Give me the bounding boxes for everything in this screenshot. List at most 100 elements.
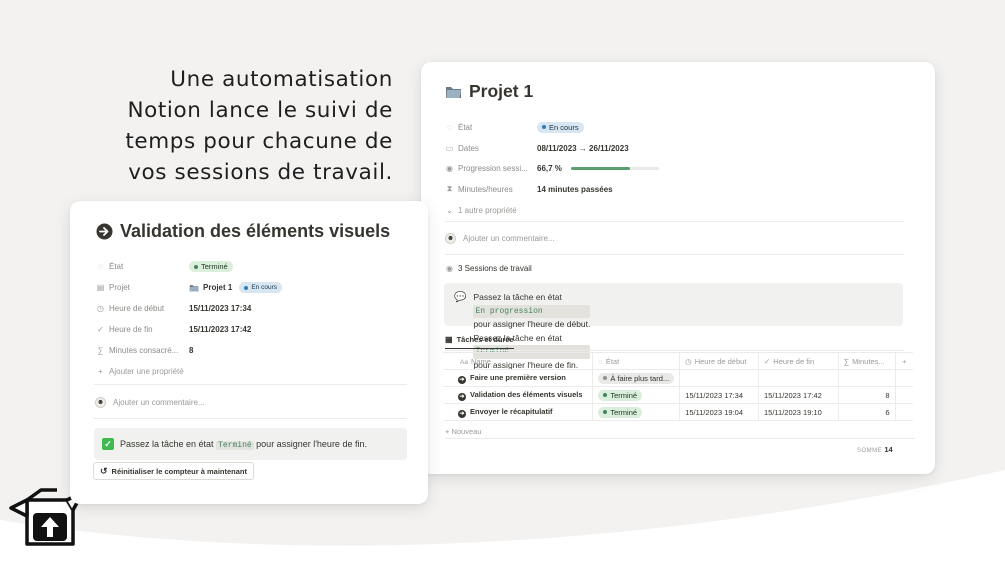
avatar: ☻	[95, 397, 106, 408]
property-projet[interactable]: ▤ Projet Projet 1 En cours	[96, 277, 282, 298]
instruction-callout: ✓ Passez la tâche en état Terminé pour a…	[94, 428, 407, 460]
divider	[94, 418, 407, 419]
table-header: Aa Name ◌ État ◷ Heure de début ✓ Heure de f…	[443, 352, 913, 370]
callout-text: Passez la tâche en état Terminé pour ass…	[120, 438, 367, 450]
chevron-down-icon: ⌄	[446, 205, 453, 215]
status-pill[interactable]: Terminé	[189, 261, 233, 272]
property-value: 15/11/2023 17:34	[189, 304, 252, 313]
property-label: Progression sessi...	[458, 164, 528, 174]
comment-input[interactable]: ☻ Ajouter un commentaire...	[95, 397, 205, 408]
formula-icon: ∑	[97, 346, 104, 355]
progress-value: 66,7 %	[537, 164, 562, 174]
arrow-circle-icon: ➔	[458, 375, 466, 384]
more-properties-toggle[interactable]: ⌄ 1 autre propriété	[445, 200, 659, 221]
column-heure-debut[interactable]: ◷ Heure de début	[679, 352, 759, 370]
page-title: Validation des éléments visuels	[96, 221, 390, 242]
checkmark-icon: ✓	[97, 325, 104, 334]
property-progression[interactable]: ◉ Progression sessi... 66,7 %	[445, 158, 659, 179]
property-label: État	[109, 262, 124, 271]
headline-line-1: Une automatisation	[170, 67, 393, 92]
sessions-relation[interactable]: ◉ 3 Sessions de travail	[445, 264, 532, 273]
sum-value: 14	[884, 445, 893, 454]
check-icon: ✓	[102, 438, 114, 450]
headline-line-2: Notion lance le suivi de	[127, 98, 393, 123]
property-etat[interactable]: ◌ État En cours	[445, 117, 659, 138]
status-pill-label: Terminé	[201, 262, 228, 271]
code-en-progression: En progression	[473, 304, 591, 318]
comment-placeholder: Ajouter un commentaire...	[113, 398, 205, 407]
column-minutes[interactable]: ∑ Minutes...	[837, 352, 896, 370]
callout-line-1: Passez la tâche en état En progression p…	[473, 292, 591, 329]
divider	[445, 350, 904, 351]
status-icon: ◌	[98, 262, 103, 271]
property-value: 14 minutes passées	[537, 184, 613, 194]
tasks-table: Aa Name ◌ État ◷ Heure de début ✓ Heure de f…	[443, 352, 913, 421]
speech-bubble-icon: 💬	[454, 292, 467, 303]
property-label: Heure de début	[109, 304, 165, 313]
clock-icon: ◷	[97, 304, 104, 313]
property-list: ◌ État En cours ▭ Dates 08/11/2023 → 26/11…	[445, 117, 659, 220]
project-page-card: Projet 1 ◌ État En cours ▭ Dates 08/11/202…	[421, 62, 935, 474]
progress-icon: ◉	[446, 264, 453, 273]
table-row[interactable]: ➔ Validation des éléments visuels Terminé…	[443, 386, 913, 404]
status-pill-label: En cours	[549, 122, 579, 132]
headline: Une automatisation Notion lance le suivi…	[63, 64, 393, 188]
progress-fill	[570, 167, 630, 171]
arrow-circle-icon: ➔	[458, 409, 466, 418]
column-etat[interactable]: ◌ État	[592, 352, 681, 370]
tab-taches-et-duree[interactable]: ▦ Tâches et durée	[445, 335, 514, 349]
project-status-pill: En cours	[239, 282, 282, 293]
comment-placeholder: Ajouter un commentaire...	[463, 234, 555, 243]
property-label: État	[458, 122, 473, 132]
property-dates[interactable]: ▭ Dates 08/11/2023 → 26/11/2023	[445, 138, 659, 159]
property-etat[interactable]: ◌ État Terminé	[96, 256, 282, 277]
headline-line-4: vos sessions de travail.	[128, 160, 393, 185]
divider	[445, 438, 915, 439]
property-label: Projet	[109, 283, 130, 292]
project-link[interactable]: Projet 1	[203, 283, 232, 292]
property-minutes[interactable]: ∑ Minutes consacré... 8	[96, 340, 282, 361]
property-value: 8	[189, 346, 194, 355]
code-termine: Terminé	[216, 440, 254, 450]
property-label: Minutes consacré...	[109, 346, 179, 355]
add-property-button[interactable]: + Ajouter une propriété	[96, 361, 282, 382]
more-properties-label: 1 autre propriété	[458, 205, 517, 215]
property-label: Dates	[458, 143, 479, 153]
status-pill[interactable]: En cours	[537, 121, 584, 133]
divider	[445, 254, 904, 255]
table-row[interactable]: ➔ Envoyer le récapitulatif Terminé 15/11/…	[443, 403, 913, 421]
task-page-card: Validation des éléments visuels ◌ État Te…	[70, 201, 428, 504]
instruction-callout: 💬 Passez la tâche en état En progression…	[444, 283, 903, 370]
new-row-button[interactable]: + Nouveau	[445, 427, 482, 436]
headline-line-3: temps pour chacune de	[125, 129, 393, 154]
add-column-button[interactable]: +	[894, 352, 913, 370]
property-minutes[interactable]: ⧗ Minutes/heures 14 minutes passées	[445, 179, 659, 200]
add-property-label: Ajouter une propriété	[109, 367, 184, 376]
progress-bar	[570, 167, 659, 171]
property-label: Minutes/heures	[458, 184, 513, 194]
tab-label: Tâches et durée	[456, 335, 514, 344]
status-icon: ◌	[447, 122, 452, 132]
arrow-circle-icon: ➔	[458, 392, 466, 401]
folder-icon	[446, 86, 461, 98]
sum-footer: SOMME 14	[857, 445, 893, 454]
page-title-text: Projet 1	[469, 81, 534, 101]
property-heure-debut[interactable]: ◷ Heure de début 15/11/2023 17:34	[96, 298, 282, 319]
column-heure-fin[interactable]: ✓ Heure de fin	[757, 352, 839, 370]
state-pill: Terminé	[598, 389, 643, 401]
property-heure-fin[interactable]: ✓ Heure de fin 15/11/2023 17:42	[96, 319, 282, 340]
divider	[94, 384, 407, 385]
page-title-text: Validation des éléments visuels	[120, 221, 391, 241]
column-name[interactable]: Aa Name	[443, 352, 594, 370]
reset-timer-button[interactable]: ↺ Réinitialiser le compteur à maintenant	[93, 462, 255, 480]
state-pill: Terminé	[598, 406, 643, 418]
state-pill: À faire plus tard...	[598, 372, 675, 384]
comment-input[interactable]: ☻ Ajouter un commentaire...	[445, 233, 555, 244]
table-row[interactable]: ➔ Faire une première version À faire plus…	[443, 369, 913, 387]
property-value: 15/11/2023 17:42	[189, 325, 252, 334]
sessions-label: 3 Sessions de travail	[458, 264, 532, 273]
property-value: 08/11/2023 → 26/11/2023	[537, 143, 629, 153]
progress-icon: ◉	[446, 164, 453, 174]
reset-icon: ↺	[100, 465, 108, 476]
avatar: ☻	[445, 233, 456, 244]
